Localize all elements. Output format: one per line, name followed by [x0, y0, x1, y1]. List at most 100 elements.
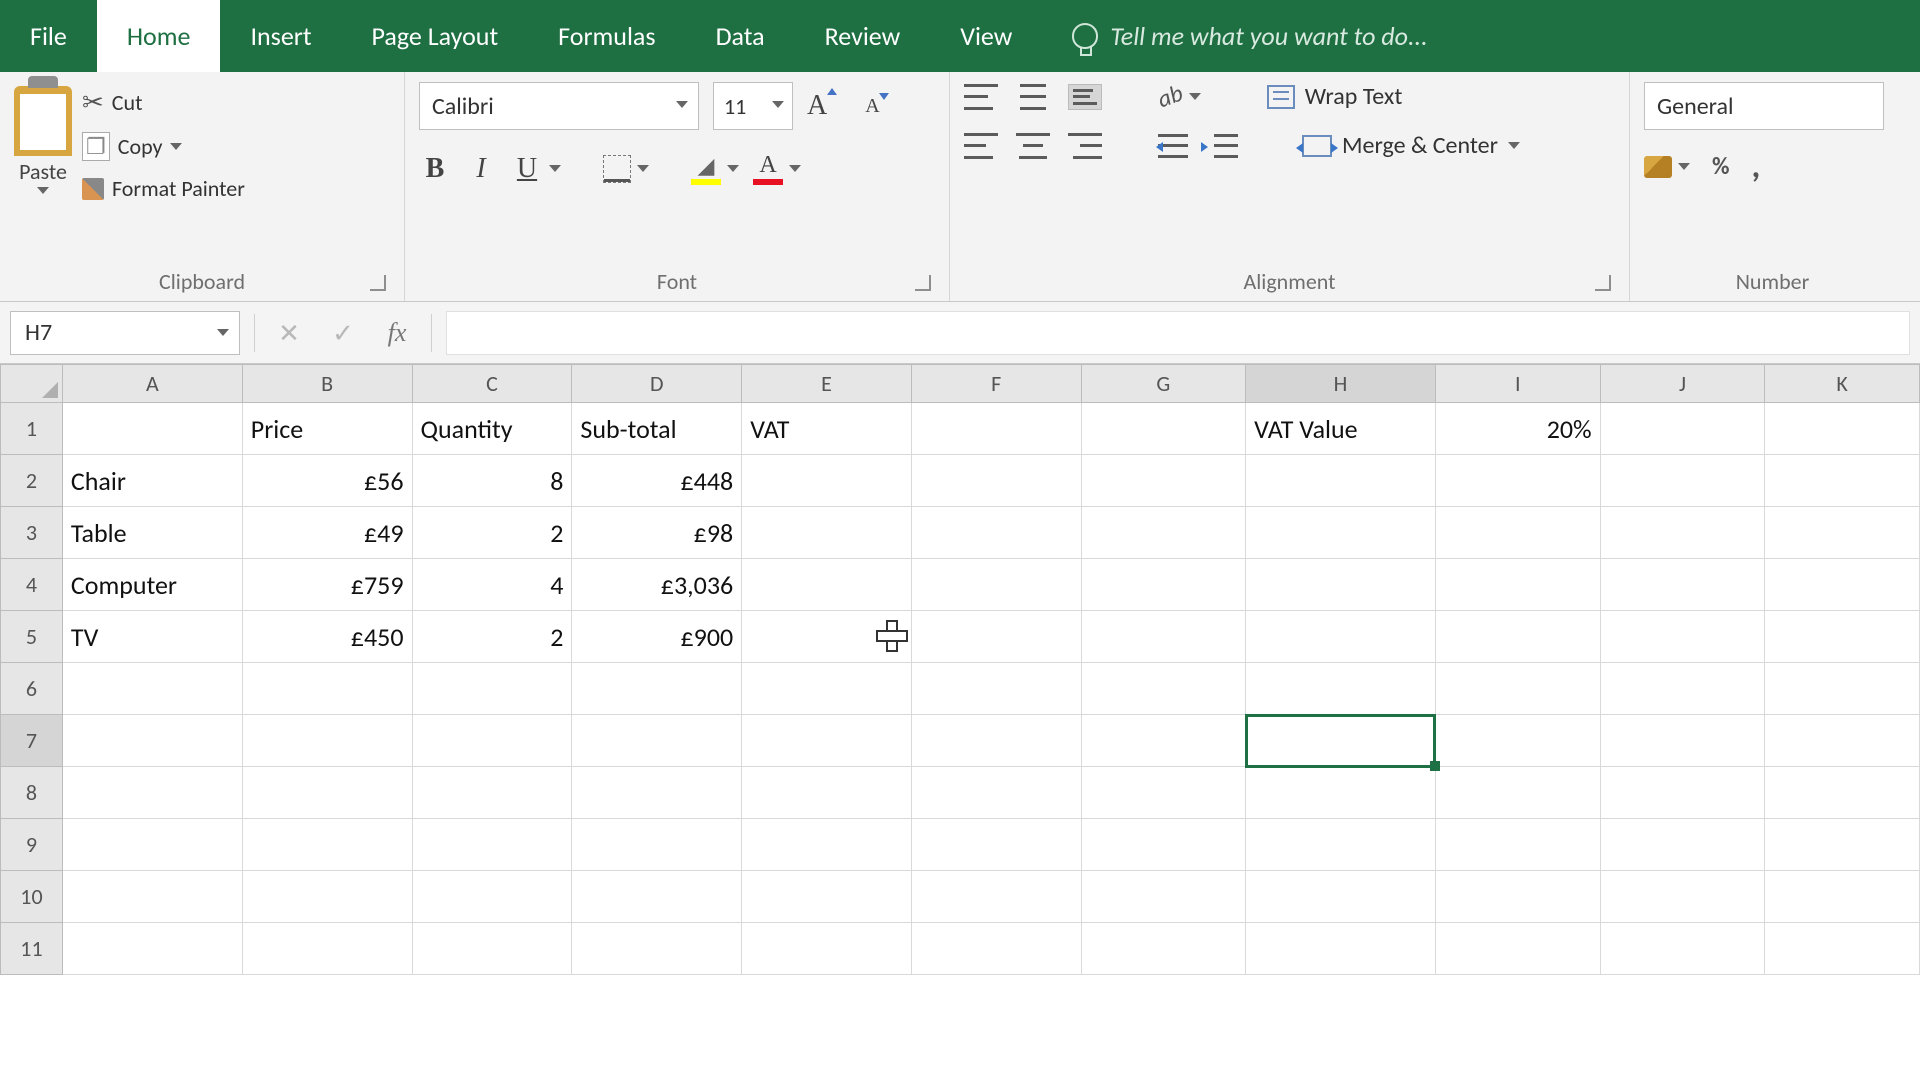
cell-B2[interactable]: £56 [242, 455, 412, 507]
cell-H2[interactable] [1246, 455, 1436, 507]
cell-B3[interactable]: £49 [242, 507, 412, 559]
cell-F9[interactable] [911, 819, 1081, 871]
cell-C8[interactable] [412, 767, 572, 819]
percent-style-button[interactable]: % [1712, 152, 1730, 181]
cell-J9[interactable] [1600, 819, 1765, 871]
align-right-button[interactable] [1068, 133, 1102, 159]
cell-I10[interactable] [1435, 871, 1600, 923]
cell-E4[interactable] [742, 559, 912, 611]
cell-E5[interactable] [742, 611, 912, 663]
cell-F1[interactable] [911, 403, 1081, 455]
cut-button[interactable]: ✂ Cut [82, 86, 245, 118]
bold-button[interactable]: B [419, 153, 451, 185]
number-format-select[interactable]: General [1644, 82, 1884, 130]
row-header-8[interactable]: 8 [1, 767, 63, 819]
tab-home[interactable]: Home [97, 0, 221, 72]
cell-D9[interactable] [572, 819, 742, 871]
cell-H5[interactable] [1246, 611, 1436, 663]
cell-A11[interactable] [62, 923, 242, 975]
cell-G1[interactable] [1081, 403, 1246, 455]
cell-F4[interactable] [911, 559, 1081, 611]
cell-D7[interactable] [572, 715, 742, 767]
column-header-B[interactable]: B [242, 365, 412, 403]
cell-I8[interactable] [1435, 767, 1600, 819]
align-middle-button[interactable] [1016, 84, 1050, 110]
cell-G10[interactable] [1081, 871, 1246, 923]
cell-J4[interactable] [1600, 559, 1765, 611]
cell-F10[interactable] [911, 871, 1081, 923]
row-header-5[interactable]: 5 [1, 611, 63, 663]
cell-E10[interactable] [742, 871, 912, 923]
tab-formulas[interactable]: Formulas [528, 0, 685, 72]
underline-button[interactable]: U [511, 153, 561, 185]
cell-A9[interactable] [62, 819, 242, 871]
cell-H8[interactable] [1246, 767, 1436, 819]
cell-B5[interactable]: £450 [242, 611, 412, 663]
cell-G7[interactable] [1081, 715, 1246, 767]
cell-F8[interactable] [911, 767, 1081, 819]
spreadsheet-grid[interactable]: ABCDEFGHIJK1PriceQuantitySub-totalVATVAT… [0, 364, 1920, 975]
group-label-font[interactable]: Font [419, 264, 935, 297]
cell-C2[interactable]: 8 [412, 455, 572, 507]
cell-K3[interactable] [1765, 507, 1920, 559]
cell-K7[interactable] [1765, 715, 1920, 767]
cell-B8[interactable] [242, 767, 412, 819]
cell-J1[interactable] [1600, 403, 1765, 455]
cell-A5[interactable]: TV [62, 611, 242, 663]
name-box[interactable]: H7 [10, 311, 240, 355]
cell-J11[interactable] [1600, 923, 1765, 975]
cell-I11[interactable] [1435, 923, 1600, 975]
cell-D4[interactable]: £3,036 [572, 559, 742, 611]
cell-K5[interactable] [1765, 611, 1920, 663]
row-header-1[interactable]: 1 [1, 403, 63, 455]
decrease-indent-button[interactable] [1158, 134, 1188, 158]
cell-J5[interactable] [1600, 611, 1765, 663]
cell-E8[interactable] [742, 767, 912, 819]
cell-E2[interactable] [742, 455, 912, 507]
align-bottom-button[interactable] [1068, 84, 1102, 110]
cell-A4[interactable]: Computer [62, 559, 242, 611]
font-size-select[interactable]: 11 [713, 82, 793, 130]
cell-I2[interactable] [1435, 455, 1600, 507]
cell-D3[interactable]: £98 [572, 507, 742, 559]
cell-C9[interactable] [412, 819, 572, 871]
cell-C7[interactable] [412, 715, 572, 767]
column-header-G[interactable]: G [1081, 365, 1246, 403]
cell-A3[interactable]: Table [62, 507, 242, 559]
cell-G4[interactable] [1081, 559, 1246, 611]
cell-K8[interactable] [1765, 767, 1920, 819]
cell-G3[interactable] [1081, 507, 1246, 559]
cell-A8[interactable] [62, 767, 242, 819]
cell-C4[interactable]: 4 [412, 559, 572, 611]
row-header-9[interactable]: 9 [1, 819, 63, 871]
column-header-K[interactable]: K [1765, 365, 1920, 403]
cell-C1[interactable]: Quantity [412, 403, 572, 455]
cell-F2[interactable] [911, 455, 1081, 507]
cell-A2[interactable]: Chair [62, 455, 242, 507]
cell-B9[interactable] [242, 819, 412, 871]
font-name-select[interactable]: Calibri [419, 82, 699, 130]
row-header-4[interactable]: 4 [1, 559, 63, 611]
cell-H1[interactable]: VAT Value [1246, 403, 1436, 455]
paste-button[interactable]: Paste [14, 82, 72, 194]
column-header-D[interactable]: D [572, 365, 742, 403]
cell-A10[interactable] [62, 871, 242, 923]
copy-button[interactable]: ❐ Copy [82, 132, 245, 161]
cell-G5[interactable] [1081, 611, 1246, 663]
cell-D5[interactable]: £900 [572, 611, 742, 663]
decrease-font-size-button[interactable]: A [865, 95, 879, 118]
enter-formula-button[interactable]: ✓ [323, 317, 363, 349]
row-header-10[interactable]: 10 [1, 871, 63, 923]
group-label-clipboard[interactable]: Clipboard [14, 264, 390, 297]
column-header-A[interactable]: A [62, 365, 242, 403]
row-header-3[interactable]: 3 [1, 507, 63, 559]
align-top-button[interactable] [964, 84, 998, 110]
cell-G2[interactable] [1081, 455, 1246, 507]
cell-G6[interactable] [1081, 663, 1246, 715]
cell-K10[interactable] [1765, 871, 1920, 923]
tab-insert[interactable]: Insert [220, 0, 341, 72]
column-header-E[interactable]: E [742, 365, 912, 403]
cell-D2[interactable]: £448 [572, 455, 742, 507]
borders-button[interactable] [603, 155, 649, 183]
tab-page-layout[interactable]: Page Layout [342, 0, 529, 72]
